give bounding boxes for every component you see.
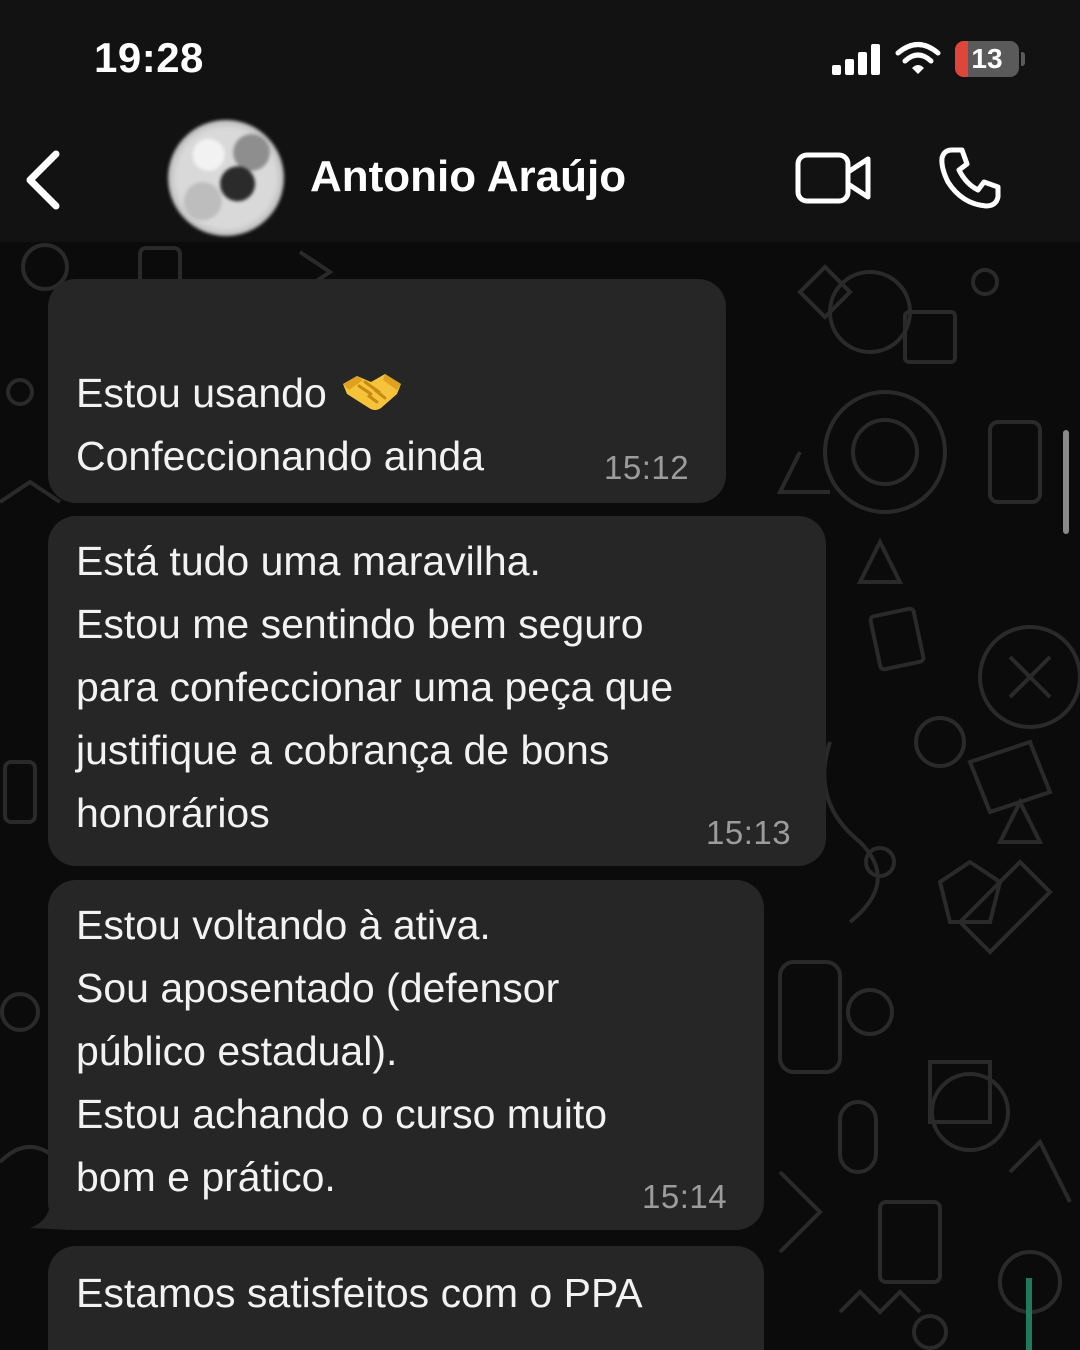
battery-level-label: 13 [971,43,1003,74]
message-bubble[interactable]: Estou voltando à ativa. Sou aposentado (… [48,880,764,1230]
status-time: 19:28 [94,34,204,81]
message-bubble[interactable]: Estou usando Confeccionando ainda 15:12 [48,279,726,503]
message-bubble[interactable]: Estamos satisfeitos com o PPA [48,1246,764,1350]
video-call-icon[interactable] [795,150,873,206]
message-text: Está tudo uma maravilha. Estou me sentin… [76,538,674,836]
contact-name[interactable]: Antonio Araújo [310,152,626,202]
message-time: 15:12 [604,449,690,486]
back-icon[interactable] [22,148,64,212]
message-time: 15:14 [642,1178,728,1215]
signal-icon [832,44,880,75]
message-text-line: Estou usando [76,370,327,416]
wifi-icon [895,42,941,74]
message-text-line: Confeccionando ainda [76,433,485,479]
message-bubble[interactable]: Está tudo uma maravilha. Estou me sentin… [48,516,826,866]
chat-screen: 19:28 13 Antonio Araújo Estou usando Con… [0,0,1080,1350]
battery-nub [1021,52,1025,66]
avatar[interactable] [168,120,284,236]
message-time: 15:13 [706,814,792,851]
message-text: Estou usando [76,299,403,425]
message-tail [30,1192,70,1230]
handshake-emoji [342,374,401,411]
message-text: Estou voltando à ativa. Sou aposentado (… [76,902,608,1200]
message-text: Estamos satisfeitos com o PPA [76,1270,643,1316]
battery-icon: 13 [955,41,1019,77]
top-bar: 19:28 13 Antonio Araújo [0,0,1080,242]
overlay-edge [1026,1278,1032,1350]
scroll-indicator[interactable] [1063,430,1069,534]
phone-call-icon[interactable] [938,146,1002,210]
chat-area[interactable]: Estou usando Confeccionando ainda 15:12 … [0,242,1080,1350]
